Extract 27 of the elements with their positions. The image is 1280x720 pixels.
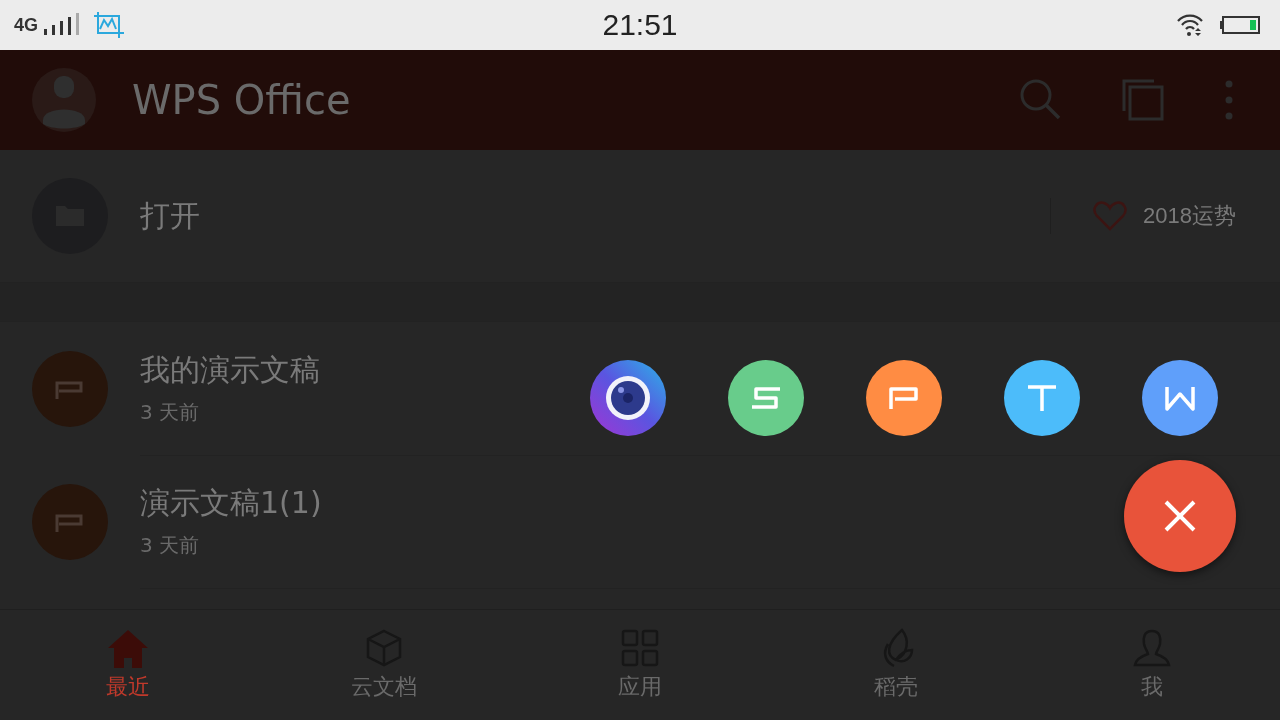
screenshot-icon — [94, 12, 124, 38]
app-title: WPS Office — [132, 77, 352, 123]
clock-time: 21:51 — [602, 8, 678, 42]
fortune-link[interactable]: 2018运势 — [1143, 201, 1248, 231]
camera-button-icon[interactable] — [590, 360, 666, 436]
open-label[interactable]: 打开 — [140, 195, 1019, 237]
document-name[interactable]: 我的演示文稿 — [140, 350, 1280, 391]
nav-tab[interactable]: 我 — [1024, 610, 1280, 720]
close-icon — [1163, 499, 1197, 533]
nav-tab[interactable]: 应用 — [512, 610, 768, 720]
wifi-icon — [1176, 13, 1204, 37]
nav-tab[interactable]: 稻壳 — [768, 610, 1024, 720]
nav-tab[interactable]: 最近 — [0, 610, 256, 720]
document-time: 3 天前 — [140, 399, 201, 426]
home-icon — [107, 628, 149, 668]
document-time: 3 天前 — [140, 532, 201, 559]
presentation-file-icon — [32, 483, 108, 560]
signal-icon — [44, 13, 80, 37]
network-type: 4G — [14, 14, 38, 36]
presentation-file-icon — [32, 350, 108, 427]
spreadsheet-button-icon[interactable] — [728, 360, 804, 436]
nav-tab[interactable]: 云文档 — [256, 610, 512, 720]
document-name[interactable]: 演示文稿1(1) — [140, 483, 1280, 524]
text-button-icon[interactable] — [1004, 360, 1080, 436]
presentation-button-icon[interactable] — [866, 360, 942, 436]
battery-icon — [1220, 15, 1260, 35]
writer-button-icon[interactable] — [1142, 360, 1218, 436]
